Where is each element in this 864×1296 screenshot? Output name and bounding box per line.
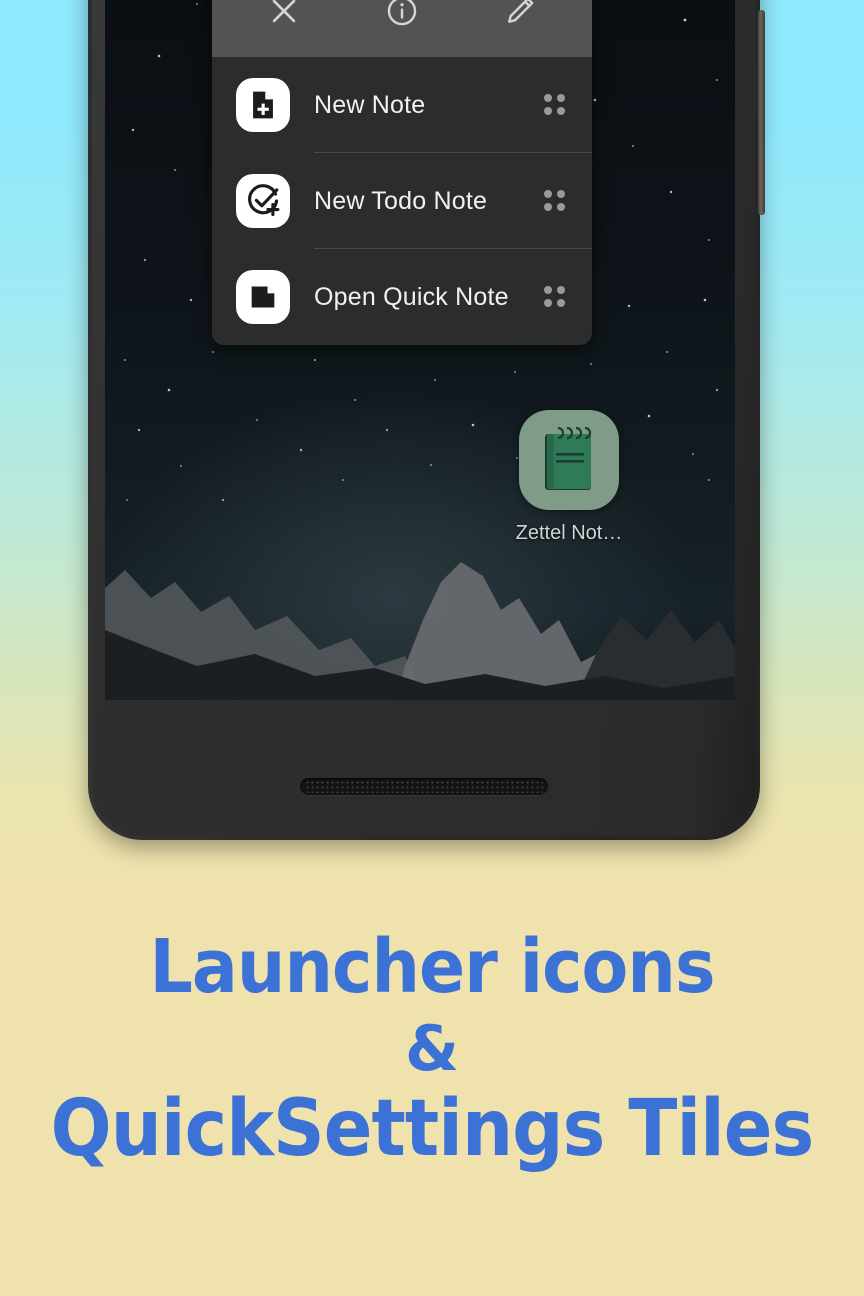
edit-icon[interactable] (501, 0, 539, 30)
check-circle-add-icon (236, 174, 290, 228)
drag-handle-icon[interactable] (544, 286, 566, 308)
shortcut-item-new-note[interactable]: New Note (212, 57, 592, 153)
notepad-glyph (545, 426, 592, 490)
power-button[interactable] (758, 10, 765, 215)
shortcut-item-new-todo-note[interactable]: New Todo Note (212, 153, 592, 249)
drag-handle-icon[interactable] (544, 190, 566, 212)
shortcut-item-label: New Todo Note (314, 186, 488, 215)
drag-handle-icon[interactable] (544, 94, 566, 116)
phone-screen: Zettel Not… New Note New Todo Note Open … (105, 0, 735, 700)
home-screen-app-shortcut[interactable]: Zettel Not… (499, 410, 639, 545)
phone-device-mockup: Zettel Not… New Note New Todo Note Open … (88, 0, 765, 840)
popup-shortcut-list: New Note New Todo Note Open Quick Note (212, 57, 592, 345)
promo-graphic-page: Zettel Not… New Note New Todo Note Open … (0, 0, 864, 1296)
app-shortcut-label: Zettel Not… (515, 522, 623, 544)
speaker-perforations (305, 780, 543, 793)
shortcut-item-label: Open Quick Note (314, 282, 509, 311)
quick-note-glyph (251, 286, 275, 308)
popup-toolbar (212, 0, 592, 57)
quick-note-icon (236, 270, 290, 324)
note-add-icon (236, 78, 290, 132)
shortcut-item-open-quick-note[interactable]: Open Quick Note (212, 249, 592, 345)
promo-caption: Launcher icons & QuickSettings Tiles (0, 930, 864, 1168)
speaker-grille (300, 778, 548, 795)
notepad-icon[interactable] (519, 410, 619, 510)
caption-line-2: & (404, 1012, 460, 1085)
caption-line-3: QuickSettings Tiles (50, 1084, 815, 1174)
check-circle-add-glyph (248, 184, 280, 217)
shortcut-item-label: New Note (314, 90, 426, 119)
info-icon[interactable] (383, 0, 421, 30)
app-shortcut-popup: New Note New Todo Note Open Quick Note (212, 0, 592, 345)
close-icon[interactable] (265, 0, 303, 30)
caption-line-1: Launcher icons (149, 924, 715, 1010)
note-add-glyph (253, 91, 273, 119)
mountain-silhouette (105, 562, 735, 700)
